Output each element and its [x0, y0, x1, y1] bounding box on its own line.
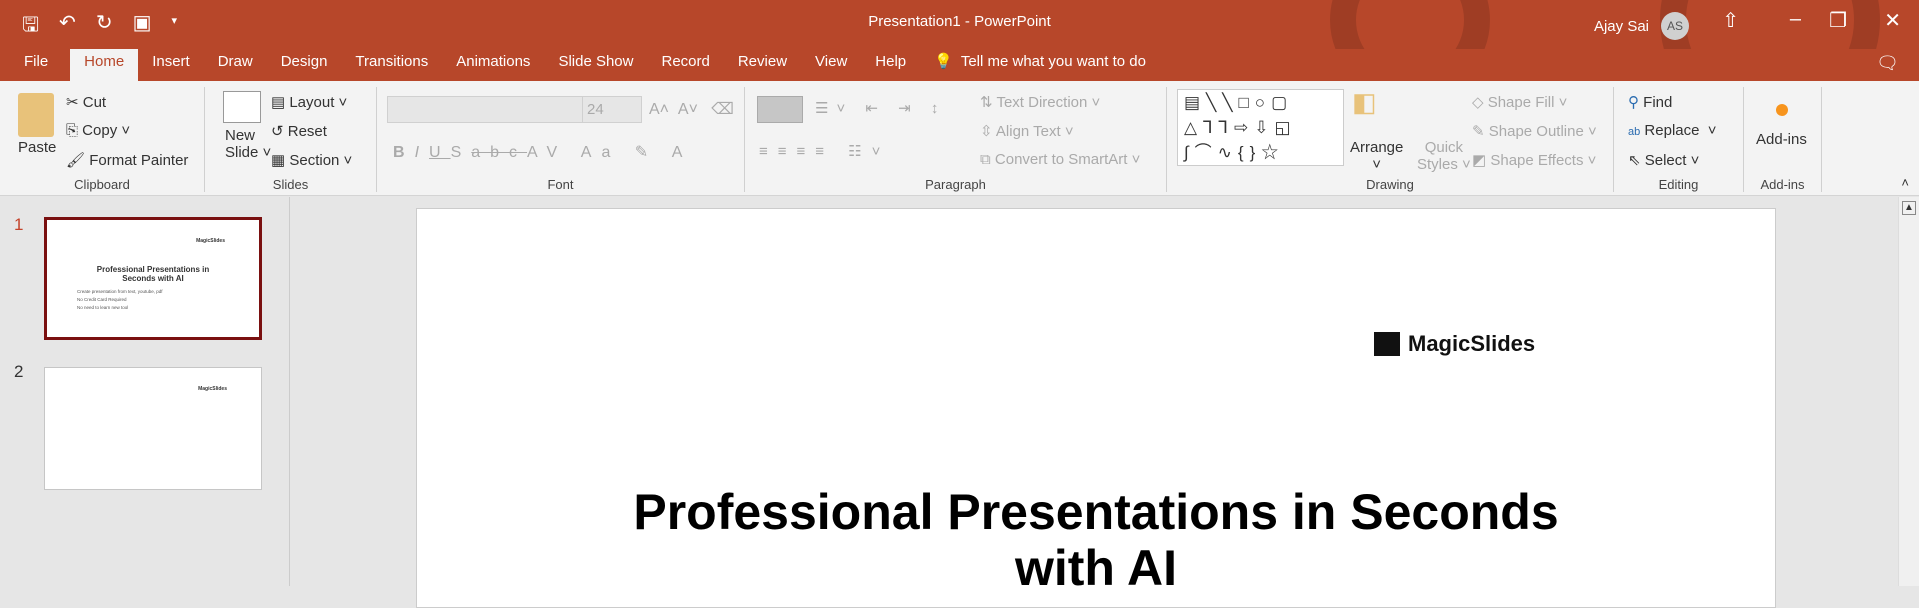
bullets-button[interactable] [757, 96, 803, 123]
font-group: 24 A˄ A˅ ⌫ BIUSabcAV Aa ✎ A Font [377, 87, 745, 192]
font-size-input[interactable]: 24 [582, 96, 642, 123]
user-name[interactable]: Ajay Sai [1594, 18, 1649, 35]
group-label: Editing [1658, 177, 1699, 192]
close-icon[interactable]: ✕ [1884, 8, 1901, 33]
group-label: Slides [272, 177, 309, 192]
collapse-ribbon-icon[interactable]: ˄ [1901, 175, 1909, 190]
tab-view[interactable]: View [801, 49, 861, 81]
slide-thumbnail-1[interactable]: MagicSlides Professional Presentations i… [44, 217, 262, 340]
group-label: Clipboard [74, 177, 130, 192]
cut-button[interactable]: ✂ Cut [66, 93, 106, 111]
drawing-group: ▤╲╲□○▢ △⅂⅂⇨⇩◱ ∫⌒∿{}☆ ◧ Arrange ˅ Quick Style… [1167, 87, 1614, 192]
vertical-scrollbar[interactable]: ▲ [1898, 197, 1919, 586]
shape-fill-button[interactable]: ◇ Shape Fill ˅ [1472, 93, 1567, 111]
title-line: Professional Presentations in Seconds [633, 484, 1559, 540]
arrange-button[interactable]: Arrange ˅ [1350, 139, 1403, 173]
copy-button[interactable]: ⎘ Copy ˅ [66, 122, 130, 139]
thumb-logo: MagicSlides [198, 386, 227, 392]
tell-me-search[interactable]: Tell me what you want to do [961, 49, 1146, 81]
group-label: Paragraph [925, 177, 986, 192]
tab-help[interactable]: Help [861, 49, 920, 81]
shape-effects-button[interactable]: ◩ Shape Effects ˅ [1472, 151, 1596, 169]
bullet: No Credit Card Required [77, 297, 127, 302]
logo-text: MagicSlides [1408, 331, 1536, 356]
addins-button[interactable]: Add-ins [1756, 131, 1807, 148]
align-buttons[interactable]: ≡≡≡≡ ☷˅ [759, 142, 890, 160]
tab-transitions[interactable]: Transitions [341, 49, 442, 81]
tab-design[interactable]: Design [267, 49, 342, 81]
minimize-icon[interactable]: – [1790, 8, 1801, 31]
title-line: with AI [1014, 540, 1177, 596]
section-button[interactable]: ▦ Section ˅ [271, 151, 352, 169]
tab-home[interactable]: Home [70, 49, 139, 81]
slide-thumbnail-2[interactable]: MagicSlides [44, 367, 262, 490]
scroll-up-icon[interactable]: ▲ [1902, 201, 1916, 215]
format-painter-button[interactable]: 🖌 Format Painter [66, 151, 188, 169]
tab-file[interactable]: File [0, 49, 62, 81]
title-bar: 🖫 ↶ ↻ ▣ ▾ Presentation1 - PowerPoint Aja… [0, 0, 1919, 49]
reset-button[interactable]: ↺ Reset [271, 122, 327, 140]
paragraph-group: ☰˅ ⇤ ⇥ ↕ ≡≡≡≡ ☷˅ ⇅ Text Direction ˅ ⇳ Al… [745, 87, 1167, 192]
align-text-button[interactable]: ⇳ Align Text ˅ [980, 122, 1074, 140]
thumb-logo: MagicSlides [196, 238, 225, 244]
arrange-icon[interactable]: ◧ [1352, 87, 1385, 147]
bullet: Create presentation from text, youtube, … [77, 289, 163, 294]
paste-icon[interactable] [18, 93, 54, 137]
shape-outline-button[interactable]: ✎ Shape Outline ˅ [1472, 122, 1597, 140]
font-format-buttons[interactable]: BIUSabcAV Aa ✎ A [393, 142, 692, 162]
tab-insert[interactable]: Insert [138, 49, 204, 81]
tab-draw[interactable]: Draw [204, 49, 267, 81]
group-label: Font [547, 177, 574, 192]
clipboard-group: Paste ✂ Cut ⎘ Copy ˅ 🖌 Format Painter Cl… [0, 87, 205, 192]
thumbnail-pane: 1 MagicSlides Professional Presentations… [0, 197, 290, 586]
paste-button[interactable]: Paste [18, 139, 56, 156]
group-label: Drawing [1366, 177, 1414, 192]
new-slide-button[interactable]: New Slide ˅ [225, 127, 271, 161]
select-button[interactable]: ⇖ Select ˅ [1628, 151, 1699, 169]
convert-smartart-button[interactable]: ⧉ Convert to SmartArt ˅ [980, 151, 1140, 168]
font-name-input[interactable] [387, 96, 587, 123]
list-indent-buttons[interactable]: ☰˅ ⇤ ⇥ ↕ [815, 99, 946, 117]
replace-button[interactable]: ab Replace ˅ [1628, 122, 1717, 139]
lightbulb-icon: 💡 [934, 53, 953, 70]
ribbon-display-icon[interactable]: ⇧ [1722, 8, 1739, 33]
addins-icon [1776, 104, 1788, 116]
slide-number: 2 [14, 362, 24, 381]
bullet: No need to learn new tool [77, 305, 129, 310]
magicslides-logo: MagicSlides [1374, 331, 1535, 357]
group-label: Add-ins [1760, 177, 1805, 192]
editing-group: ⚲ Find ab Replace ˅ ⇖ Select ˅ Editing [1614, 87, 1744, 192]
avatar[interactable]: AS [1661, 12, 1689, 40]
find-button[interactable]: ⚲ Find [1628, 93, 1672, 111]
slide-title[interactable]: Professional Presentations in Seconds wi… [417, 484, 1775, 596]
slide-canvas[interactable]: MagicSlides Professional Presentations i… [416, 208, 1776, 608]
quick-styles-button[interactable]: Quick Styles ˅ [1417, 139, 1471, 173]
layout-button[interactable]: ▤ Layout ˅ [271, 93, 347, 111]
font-size-buttons[interactable]: A˄ A˅ ⌫ [649, 99, 734, 119]
tab-slide-show[interactable]: Slide Show [544, 49, 647, 81]
shapes-gallery[interactable]: ▤╲╲□○▢ △⅂⅂⇨⇩◱ ∫⌒∿{}☆ [1177, 89, 1344, 166]
addins-group: Add-ins Add-ins [1744, 87, 1822, 192]
new-slide-icon[interactable] [223, 91, 261, 123]
slides-group: New Slide ˅ ▤ Layout ˅ ↺ Reset ▦ Section … [205, 87, 377, 192]
tab-record[interactable]: Record [647, 49, 723, 81]
comments-icon[interactable]: 🗨 [1876, 53, 1899, 74]
logo-icon [1374, 332, 1400, 356]
slide-number: 1 [14, 215, 24, 234]
text-direction-button[interactable]: ⇅ Text Direction ˅ [980, 93, 1100, 111]
tab-review[interactable]: Review [724, 49, 801, 81]
thumb-bullets: Create presentation from text, youtube, … [77, 288, 163, 312]
tab-animations[interactable]: Animations [442, 49, 544, 81]
ribbon: Paste ✂ Cut ⎘ Copy ˅ 🖌 Format Painter Cl… [0, 81, 1919, 196]
restore-icon[interactable]: ❐ [1829, 8, 1847, 33]
ribbon-tabs: File Home Insert Draw Design Transitions… [0, 49, 1919, 81]
thumb-title: Professional Presentations in Seconds wi… [96, 265, 210, 283]
